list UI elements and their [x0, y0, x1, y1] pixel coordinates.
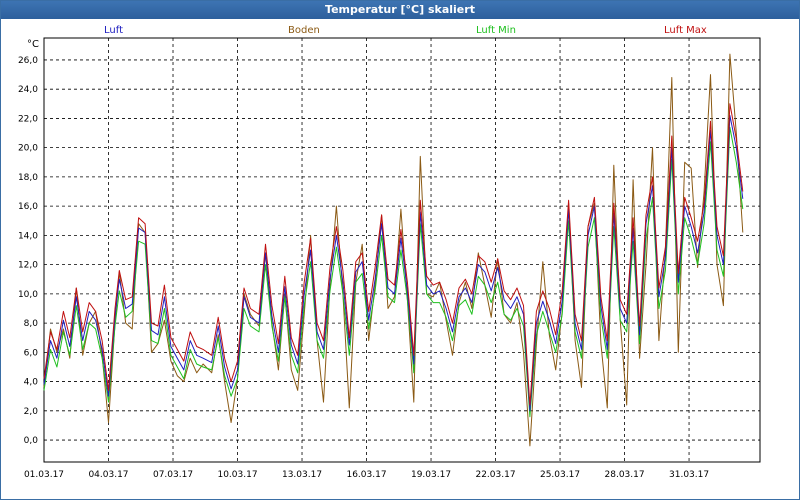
y-tick-label: 24,0 [18, 85, 38, 95]
y-tick-label: 6,0 [24, 348, 39, 358]
x-tick-label: 01.03.17 [24, 470, 64, 480]
line-chart: 0,0 2,0 4,0 6,0 8,0 10,0 12,0 14,0 16,0 18,0 20,0 2… [18, 37, 761, 480]
y-tick-label: 10,0 [18, 290, 38, 300]
x-tick-label: 04.03.17 [88, 470, 128, 480]
series-line-boden [43, 53, 744, 447]
y-tick-label: 12,0 [18, 261, 38, 271]
x-tick-label: 31.03.17 [669, 470, 709, 480]
x-tick-label: 19.03.17 [411, 470, 451, 480]
y-tick-label: 0,0 [24, 436, 39, 446]
x-tick-label: 16.03.17 [346, 470, 386, 480]
x-tick-label: 22.03.17 [475, 470, 515, 480]
x-tick-label: 10.03.17 [217, 470, 257, 480]
x-tick-label: 07.03.17 [153, 470, 193, 480]
series-line-luft-min [43, 126, 744, 418]
y-tick-label: 2,0 [24, 407, 39, 417]
x-tick-label: 28.03.17 [605, 470, 645, 480]
y-tick-label: 4,0 [24, 378, 39, 388]
y-tick-label: 16,0 [18, 202, 38, 212]
y-tick-label: 22,0 [18, 114, 38, 124]
y-tick-label: 18,0 [18, 173, 38, 183]
series-line-luft [43, 115, 744, 412]
y-tick-label: 26,0 [18, 56, 38, 66]
y-tick-label: 14,0 [18, 231, 38, 241]
x-tick-label: 25.03.17 [540, 470, 580, 480]
y-tick-label: 20,0 [18, 144, 38, 154]
x-tick-label: 13.03.17 [282, 470, 322, 480]
y-tick-label: 8,0 [24, 319, 39, 329]
series-line-luft-max [43, 103, 744, 406]
